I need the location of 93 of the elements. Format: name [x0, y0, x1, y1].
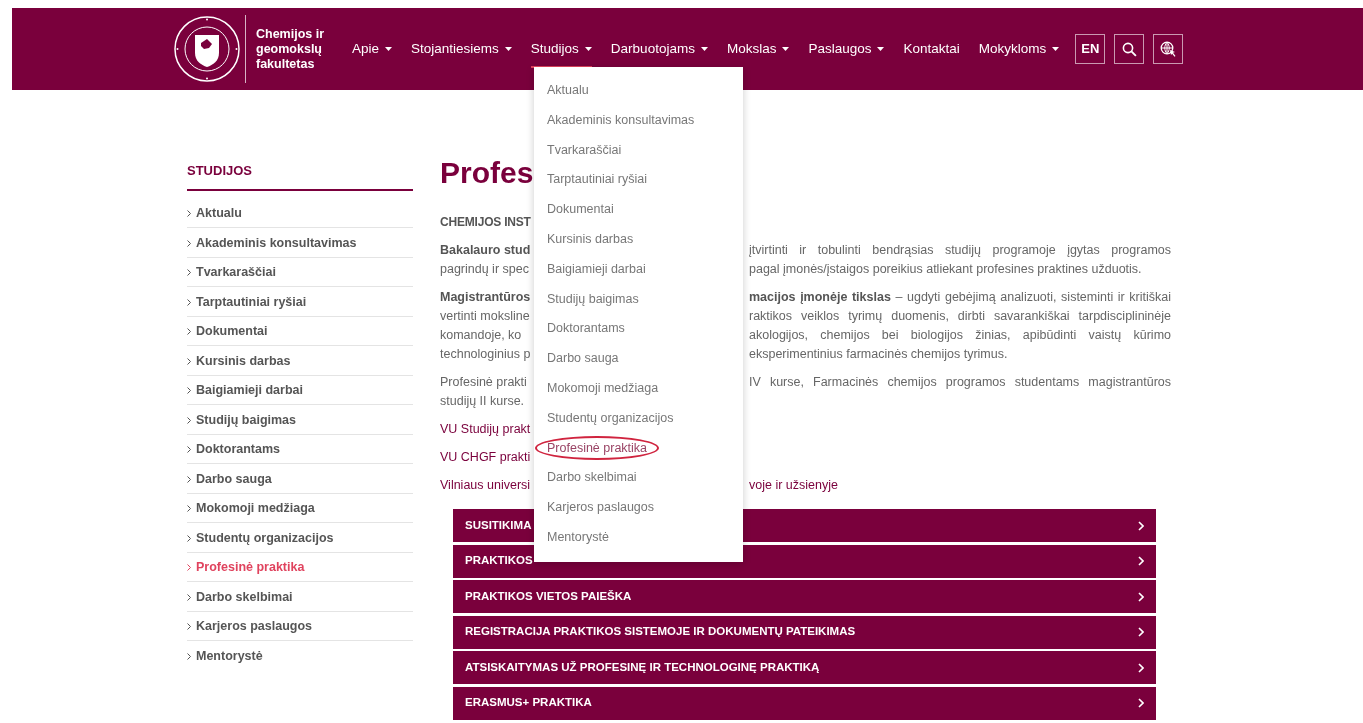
body-text: akologijos, chemijos bei biologijos žinias, apibūdinti vaistų kūrimo — [749, 327, 1171, 344]
accordion-header[interactable]: ERASMUS+ PRAKTIKA — [453, 686, 1156, 720]
body-text: komandoje, ko — [440, 328, 522, 342]
chevron-icon — [187, 505, 191, 513]
chevron-icon — [187, 623, 191, 631]
search-button[interactable] — [1114, 34, 1145, 64]
sidebar-menu-item[interactable]: Baigiamieji darbai — [187, 375, 413, 405]
chevron-icon — [187, 239, 191, 247]
body-text: studijų II kurse. — [440, 394, 525, 408]
dropdown-menu-item[interactable]: Darbo skelbimai — [534, 462, 743, 493]
body-text: eksperimentinius farmacinės chemijos tyrimus. — [749, 347, 1008, 361]
accordion-header[interactable]: REGISTRACIJA PRAKTIKOS SISTEMOJE IR DOKUMENTŲ PATEIKIMAS — [453, 615, 1156, 649]
faculty-name-link[interactable]: Chemijos ir geomokslų fakultetas — [256, 26, 336, 72]
nav-menu-item[interactable]: Studijos — [530, 30, 592, 68]
link-text[interactable]: voje ir užsienyje — [749, 478, 838, 492]
body-text: raktikos veiklos tyrimų duomenis, dirbti savarankiškai tarpdisciplininėje — [749, 308, 1171, 325]
chevron-icon — [1138, 556, 1144, 566]
link-text[interactable]: VU CHGF prakti — [440, 450, 531, 464]
chevron-icon — [187, 328, 191, 336]
sidebar-menu-item[interactable]: Mokomoji medžiaga — [187, 493, 413, 523]
dropdown-menu-item[interactable]: Dokumentai — [534, 194, 743, 224]
dropdown-menu-item[interactable]: Akademinis konsultavimas — [534, 104, 743, 135]
sidebar-menu-item[interactable]: Karjeros paslaugos — [187, 611, 413, 641]
chevron-icon — [1138, 662, 1144, 673]
chevron-icon — [187, 210, 191, 218]
sidebar-menu-item[interactable]: Aktualu — [187, 198, 413, 228]
dropdown-menu-item[interactable]: Aktualu — [534, 75, 743, 105]
sidebar-menu-item[interactable]: Dokumentai — [187, 316, 413, 346]
dropdown-menu-item[interactable]: Profesinė praktika — [534, 432, 743, 463]
nav-menu-item[interactable]: Apie — [352, 30, 393, 68]
dropdown-menu-item[interactable]: Mokomoji medžiaga — [534, 372, 743, 403]
chevron-icon — [187, 298, 191, 306]
nav-menu-item[interactable]: Kontaktai — [903, 30, 960, 68]
nav-menu-item[interactable]: Stojantiesiems — [411, 30, 512, 68]
nav-menu-item[interactable]: Paslaugos — [808, 30, 885, 68]
accessibility-button[interactable] — [1153, 34, 1184, 64]
body-text: pagrindų ir spec — [440, 262, 529, 276]
chevron-icon — [187, 475, 191, 483]
link-text[interactable]: Vilniaus universi — [440, 478, 531, 492]
sidebar-menu-item[interactable]: Studentų organizacijos — [187, 523, 413, 553]
nav-menu-item[interactable]: Mokslas — [726, 30, 790, 68]
body-text: technologinius p — [440, 347, 531, 361]
body-text: macijos įmonėje tikslas – ugdyti gebėjimą analizuoti, sisteminti ir kritiškai — [749, 289, 1171, 306]
accordion-header[interactable]: ATSISKAITYMAS UŽ PROFESINĘ IR TECHNOLOGINĘ PRAKTIKĄ — [453, 651, 1156, 684]
chevron-icon — [187, 269, 191, 277]
dropdown-menu-item[interactable]: Darbo sauga — [534, 343, 743, 373]
university-seal-logo[interactable] — [173, 15, 241, 83]
body-text: vertinti moksline — [440, 309, 530, 323]
sidebar-heading: STUDIJOS — [187, 155, 413, 191]
sidebar-menu-item[interactable]: Kursinis darbas — [187, 346, 413, 376]
dropdown-menu-item[interactable]: Studentų organizacijos — [534, 402, 743, 433]
chevron-icon — [1138, 591, 1144, 602]
page-title: Profes — [440, 155, 534, 191]
globe-cursor-icon — [1160, 41, 1177, 57]
chevron-icon — [187, 534, 191, 542]
accordion-header[interactable]: PRAKTIKOS VIETOS PAIEŠKA — [453, 580, 1156, 613]
sidebar-menu-item[interactable]: Doktorantams — [187, 434, 413, 464]
chevron-icon — [187, 653, 191, 661]
body-text: Profesinė prakti — [440, 375, 527, 389]
body-text: pagal įmonės/įstaigos poreikius atliekant profesines praktines užduotis. — [749, 262, 1142, 276]
sidebar-menu-item[interactable]: Studijų baigimas — [187, 405, 413, 435]
dropdown-menu-item[interactable]: Tvarkaraščiai — [534, 134, 743, 165]
body-text: Magistrantūros — [440, 290, 531, 304]
chevron-icon — [187, 446, 191, 454]
body-text: įtvirtinti ir tobulinti bendrąsias studijų programoje įgytas programos — [749, 242, 1171, 259]
nav-menu-item[interactable]: Mokykloms — [978, 30, 1060, 68]
chevron-icon — [1138, 520, 1144, 531]
dropdown-menu-item[interactable]: Kursinis darbas — [534, 224, 743, 254]
sidebar-menu-item[interactable]: Tvarkaraščiai — [187, 257, 413, 287]
chevron-icon — [187, 593, 191, 601]
search-icon — [1121, 41, 1137, 57]
sidebar-menu-item[interactable]: Akademinis konsultavimas — [187, 228, 413, 258]
dropdown-menu-item[interactable]: Tarptautiniai ryšiai — [534, 164, 743, 195]
chevron-icon — [187, 564, 191, 572]
language-button[interactable]: EN — [1075, 34, 1106, 64]
nav-menu-item[interactable]: Darbuotojams — [610, 30, 708, 68]
sidebar-menu-item[interactable]: Mentorystė — [187, 641, 413, 671]
sidebar-menu-item[interactable]: Darbo skelbimai — [187, 582, 413, 612]
body-text: Bakalauro stud — [440, 243, 531, 257]
sidebar-menu-item[interactable]: Darbo sauga — [187, 464, 413, 494]
dropdown-menu-item[interactable]: Doktorantams — [534, 313, 743, 344]
dropdown-menu-item[interactable]: Baigiamieji darbai — [534, 253, 743, 284]
body-text: IV kurse, Farmacinės chemijos programos studentams magistrantūros — [749, 374, 1171, 391]
sidebar-menu-item[interactable]: Profesinė praktika — [187, 552, 413, 582]
chevron-icon — [1138, 698, 1144, 708]
link-text[interactable]: VU Studijų prakt — [440, 422, 531, 436]
subheading-text: CHEMIJOS INST — [440, 215, 531, 229]
sidebar-menu-item[interactable]: Tarptautiniai ryšiai — [187, 287, 413, 317]
chevron-icon — [187, 357, 191, 365]
dropdown-menu-item[interactable]: Studijų baigimas — [534, 283, 743, 314]
chevron-icon — [187, 416, 191, 424]
chevron-icon — [187, 387, 191, 395]
chevron-icon — [1138, 627, 1144, 637]
